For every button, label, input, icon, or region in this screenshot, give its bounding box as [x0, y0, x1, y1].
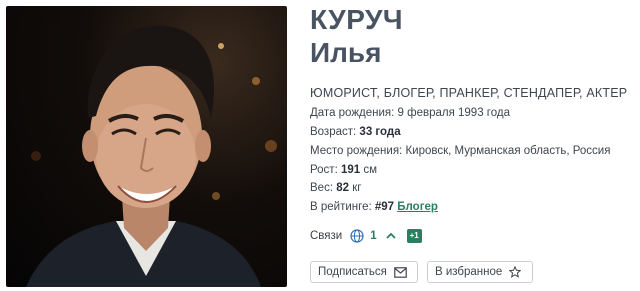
profile-roles: ЮМОРИСТ, БЛОГЕР, ПРАНКЕР, СТЕНДАПЕР, АКТ… [310, 86, 628, 100]
links-row: Связи 1 +1 [310, 226, 422, 246]
profile-info: КУРУЧ Илья ЮМОРИСТ, БЛОГЕР, ПРАНКЕР, СТЕ… [310, 0, 635, 291]
age-row: Возраст: 33 года [310, 126, 401, 138]
height-value: 191 [340, 164, 361, 176]
height-label: Рост: [310, 164, 338, 176]
profile-surname: КУРУЧ [310, 4, 404, 35]
weight-label: Вес: [310, 182, 334, 194]
age-label: Возраст: [310, 126, 357, 138]
globe-icon[interactable] [350, 229, 364, 243]
favorite-button[interactable]: В избранное [427, 261, 533, 283]
links-count: 1 [370, 230, 377, 242]
birth-date-value: 9 февраля 1993 года [397, 107, 510, 119]
links-label: Связи [310, 230, 343, 242]
height-row: Рост: 191 см [310, 164, 377, 176]
favorite-label: В избранное [435, 266, 503, 278]
birth-date-row: Дата рождения: 9 февраля 1993 года [310, 107, 510, 119]
age-value: 33 года [359, 126, 401, 138]
subscribe-label: Подписаться [318, 266, 387, 278]
rating-label: В рейтинге: [310, 201, 372, 213]
subscribe-button[interactable]: Подписаться [310, 261, 418, 283]
birth-date-label: Дата рождения: [310, 107, 395, 119]
rating-value: #97 [374, 201, 395, 213]
weight-value: 82 [336, 182, 350, 194]
weight-unit: кг [352, 182, 362, 194]
birthplace-label: Место рождения: [310, 145, 403, 157]
profile-photo [6, 6, 287, 287]
star-icon [509, 266, 522, 278]
profile-first-name: Илья [310, 37, 382, 68]
mail-icon [394, 266, 407, 278]
birthplace-row: Место рождения: Кировск, Мурманская обла… [310, 145, 610, 157]
height-unit: см [363, 164, 378, 176]
birthplace-value: Кировск, Мурманская область, Россия [405, 145, 611, 157]
links-badge[interactable]: +1 [406, 229, 422, 243]
rating-category-link[interactable]: Блогер [397, 201, 438, 213]
rating-row: В рейтинге: #97 Блогер [310, 201, 438, 213]
chevron-up-icon[interactable] [385, 231, 397, 241]
weight-row: Вес: 82 кг [310, 182, 361, 194]
